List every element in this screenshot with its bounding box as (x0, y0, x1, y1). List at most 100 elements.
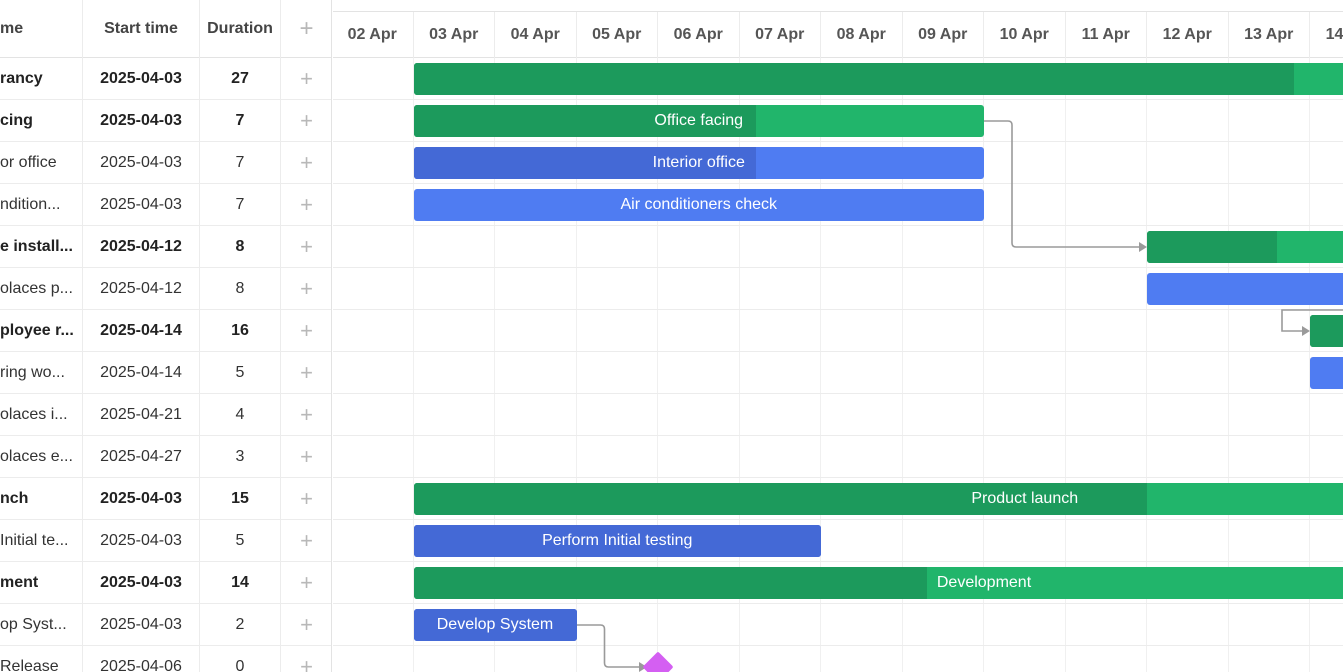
task-bar[interactable]: Air conditioners check (413, 189, 984, 221)
table-row[interactable]: ndition... 2025-04-03 7 + (0, 184, 331, 226)
add-subtask-button[interactable]: + (281, 310, 331, 352)
task-bar[interactable]: Develop System (413, 609, 577, 641)
project-bar[interactable]: Development (413, 567, 1343, 599)
task-name-cell: olaces p... (0, 268, 83, 310)
task-name-cell: olaces e... (0, 436, 83, 478)
duration-cell: 8 (200, 268, 281, 310)
add-subtask-button[interactable]: + (281, 562, 331, 604)
timeline-day-label: 07 Apr (740, 12, 821, 58)
column-header-start-time[interactable]: Start time (83, 0, 200, 58)
task-name-cell-text: Release (0, 658, 59, 672)
bar-label: Air conditioners check (620, 196, 777, 213)
bar-label: Office facing (654, 112, 744, 129)
table-row[interactable]: e install... 2025-04-12 8 + (0, 226, 331, 268)
table-row[interactable]: rancy 2025-04-03 27 + (0, 58, 331, 100)
duration-cell-text: 16 (231, 322, 249, 339)
task-bar[interactable]: Interior office (413, 147, 984, 179)
table-row[interactable]: nch 2025-04-03 15 + (0, 478, 331, 520)
task-name-cell-text: olaces e... (0, 448, 73, 465)
add-subtask-button[interactable]: + (281, 436, 331, 478)
task-name-cell-text: op Syst... (0, 616, 67, 633)
duration-cell-text: 7 (235, 196, 245, 213)
add-task-header-button[interactable]: + (281, 0, 331, 58)
table-row[interactable]: olaces e... 2025-04-27 3 + (0, 436, 331, 478)
task-name-cell: ployee r... (0, 310, 83, 352)
milestone-marker[interactable] (642, 651, 674, 672)
timeline-day-label: 04 Apr (495, 12, 577, 58)
bar-label (1310, 357, 1343, 389)
add-subtask-button[interactable]: + (281, 226, 331, 268)
project-bar[interactable] (413, 63, 1343, 95)
add-subtask-button[interactable]: + (281, 520, 331, 562)
table-row[interactable]: ring wo... 2025-04-14 5 + (0, 352, 331, 394)
start-time-cell: 2025-04-03 (83, 184, 200, 226)
start-time-cell: 2025-04-21 (83, 394, 200, 436)
bar-label (414, 63, 1343, 95)
timeline-day-label: 08 Apr (821, 12, 903, 58)
add-subtask-button[interactable]: + (281, 352, 331, 394)
timeline-day-label: 12 Apr (1147, 12, 1229, 58)
timeline-row-gridline (333, 519, 1343, 520)
task-name-cell: Initial te... (0, 520, 83, 562)
bar-label (1147, 273, 1343, 305)
add-subtask-button[interactable]: + (281, 394, 331, 436)
task-name-cell: rancy (0, 58, 83, 100)
project-bar[interactable]: Office facing (413, 105, 984, 137)
column-header-duration[interactable]: Duration (200, 0, 281, 58)
task-bar[interactable] (1147, 273, 1343, 305)
duration-cell-text: 5 (235, 532, 245, 549)
duration-cell-text: 15 (231, 490, 249, 507)
column-header-name[interactable]: me (0, 0, 83, 58)
dependency-link[interactable] (984, 120, 1141, 248)
bar-label: Interior office (652, 154, 745, 171)
task-name-cell-text: ment (0, 574, 39, 591)
table-row[interactable]: ployee r... 2025-04-14 16 + (0, 310, 331, 352)
task-name-cell-text: ndition... (0, 196, 61, 213)
add-subtask-button[interactable]: + (281, 478, 331, 520)
add-subtask-button[interactable]: + (281, 58, 331, 100)
start-time-cell-text: 2025-04-21 (100, 406, 182, 423)
timeline-day-label: 10 Apr (984, 12, 1066, 58)
timeline-day-label: 05 Apr (577, 12, 658, 58)
add-subtask-button[interactable]: + (281, 646, 331, 672)
timeline-row-gridline (333, 645, 1343, 646)
timeline-row-gridline (333, 351, 1343, 352)
add-subtask-button[interactable]: + (281, 100, 331, 142)
table-row[interactable]: or office 2025-04-03 7 + (0, 142, 331, 184)
table-row[interactable]: olaces p... 2025-04-12 8 + (0, 268, 331, 310)
duration-cell: 14 (200, 562, 281, 604)
task-bar[interactable]: Perform Initial testing (413, 525, 821, 557)
start-time-cell: 2025-04-14 (83, 352, 200, 394)
timeline-day-label: 06 Apr (658, 12, 740, 58)
table-row[interactable]: cing 2025-04-03 7 + (0, 100, 331, 142)
table-row[interactable]: olaces i... 2025-04-21 4 + (0, 394, 331, 436)
table-row[interactable]: op Syst... 2025-04-03 2 + (0, 604, 331, 646)
add-subtask-button[interactable]: + (281, 142, 331, 184)
start-time-cell: 2025-04-03 (83, 100, 200, 142)
project-bar[interactable] (1147, 231, 1343, 263)
start-time-cell-text: 2025-04-03 (100, 154, 182, 171)
table-row[interactable]: Release 2025-04-06 0 + (0, 646, 331, 672)
task-bar[interactable] (1310, 357, 1343, 389)
task-name-cell: e install... (0, 226, 83, 268)
project-bar[interactable] (1310, 315, 1343, 347)
project-bar[interactable]: Product launch (413, 483, 1343, 515)
task-name-cell: op Syst... (0, 604, 83, 646)
duration-cell: 16 (200, 310, 281, 352)
add-subtask-button[interactable]: + (281, 268, 331, 310)
start-time-cell-text: 2025-04-03 (100, 532, 182, 549)
start-time-cell-text: 2025-04-27 (100, 448, 182, 465)
duration-cell: 8 (200, 226, 281, 268)
table-row[interactable]: Initial te... 2025-04-03 5 + (0, 520, 331, 562)
dependency-link[interactable] (576, 624, 642, 668)
task-name-cell: or office (0, 142, 83, 184)
start-time-cell-text: 2025-04-03 (100, 490, 182, 507)
timeline-day-label: 13 Apr (1229, 12, 1310, 58)
timeline-day-label: 11 Apr (1066, 12, 1147, 58)
add-subtask-button[interactable]: + (281, 604, 331, 646)
table-row[interactable]: ment 2025-04-03 14 + (0, 562, 331, 604)
add-subtask-button[interactable]: + (281, 184, 331, 226)
bar-label: Development (936, 574, 1032, 591)
start-time-cell: 2025-04-03 (83, 562, 200, 604)
start-time-cell: 2025-04-03 (83, 478, 200, 520)
